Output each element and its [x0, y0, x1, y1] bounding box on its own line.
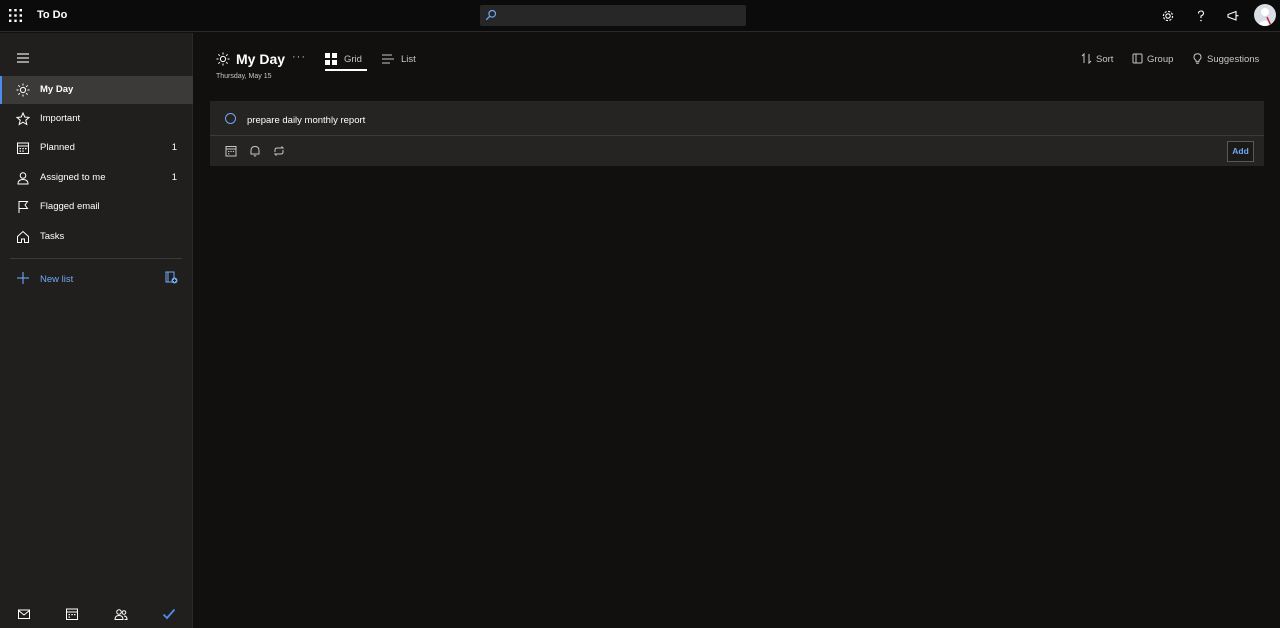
todo-check-icon[interactable] [162, 607, 176, 621]
sidebar-item-tasks[interactable]: Tasks [0, 223, 193, 251]
user-avatar-icon [1257, 8, 1273, 26]
tab-list[interactable]: List [382, 51, 422, 71]
people-icon[interactable] [114, 607, 128, 621]
plus-icon [17, 272, 29, 284]
tab-grid[interactable]: Grid [325, 51, 367, 71]
sidebar-item-label: My Day [40, 84, 74, 95]
lightbulb-icon [1193, 53, 1202, 64]
add-task-card: prepare daily monthly report Add [210, 101, 1264, 166]
sun-icon [16, 83, 30, 97]
search-icon [485, 9, 497, 21]
settings-icon[interactable] [1161, 9, 1175, 23]
hamburger-menu-icon[interactable] [17, 53, 29, 63]
sidebar-item-label: Planned [40, 142, 75, 153]
sun-icon [216, 52, 230, 66]
tab-label: List [401, 54, 416, 65]
waffle-icon[interactable] [9, 9, 22, 22]
due-date-icon[interactable] [225, 145, 237, 157]
sidebar-divider [10, 258, 182, 259]
suggestions-label: Suggestions [1207, 54, 1260, 65]
add-task-button[interactable]: Add [1227, 141, 1254, 162]
top-bar: To Do [0, 0, 1280, 32]
sidebar-item-important[interactable]: Important [0, 105, 193, 133]
calendar-icon[interactable] [65, 607, 79, 621]
new-list-label: New list [40, 274, 74, 285]
mail-icon[interactable] [17, 607, 31, 621]
sidebar-item-planned[interactable]: Planned 1 [0, 134, 193, 162]
task-complete-circle-icon[interactable] [225, 113, 236, 124]
sidebar-item-label: Assigned to me [40, 172, 106, 183]
new-group-icon[interactable] [165, 271, 178, 284]
search-input[interactable] [502, 7, 740, 24]
help-icon[interactable] [1194, 9, 1208, 23]
search-box[interactable] [480, 5, 746, 26]
page-title[interactable]: My Day [236, 51, 285, 67]
sort-label: Sort [1096, 54, 1114, 65]
home-icon [17, 230, 29, 243]
sidebar-item-count: 1 [171, 142, 177, 153]
grid-icon [325, 53, 337, 65]
list-icon [382, 54, 394, 64]
feedback-icon[interactable] [1226, 9, 1240, 23]
main-pane: My Day ··· Thursday, May 15 Grid List So… [194, 33, 1280, 628]
date-subtitle: Thursday, May 15 [216, 73, 272, 80]
flag-icon [18, 201, 29, 213]
sidebar-item-label: Flagged email [40, 201, 100, 212]
person-icon [17, 172, 29, 185]
sidebar: My Day Important Planned 1 Assigned to m… [0, 33, 193, 628]
app-title[interactable]: To Do [37, 9, 67, 21]
sort-icon [1081, 53, 1092, 64]
task-input-row: prepare daily monthly report [210, 101, 1264, 136]
reminder-icon[interactable] [249, 145, 261, 157]
group-icon [1132, 53, 1143, 64]
star-icon [16, 112, 30, 126]
group-label: Group [1147, 54, 1174, 65]
avatar[interactable] [1254, 4, 1276, 26]
add-task-input[interactable]: prepare daily monthly report [247, 115, 365, 126]
sidebar-item-my-day[interactable]: My Day [0, 76, 193, 104]
sidebar-item-label: Tasks [40, 231, 65, 242]
sidebar-item-label: Important [40, 113, 81, 124]
sidebar-item-flagged-email[interactable]: Flagged email [0, 193, 193, 221]
calendar-icon [17, 142, 29, 154]
repeat-icon[interactable] [273, 145, 285, 157]
selected-tab-indicator [325, 69, 367, 71]
more-options-button[interactable]: ··· [292, 51, 306, 63]
sidebar-item-assigned-to-me[interactable]: Assigned to me 1 [0, 164, 193, 192]
tab-label: Grid [344, 54, 362, 65]
sidebar-item-count: 1 [171, 172, 177, 183]
